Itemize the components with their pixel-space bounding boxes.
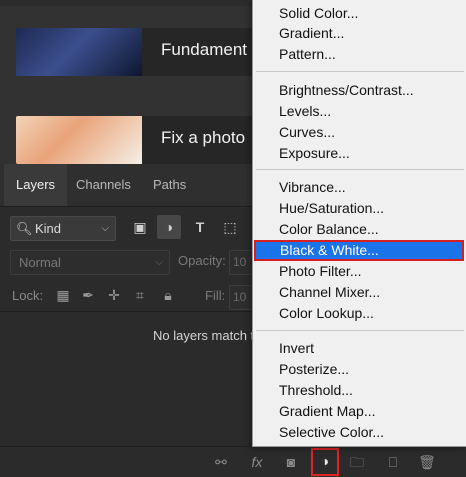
- kind-filter-label: Kind: [35, 221, 62, 236]
- blend-mode-select[interactable]: Normal ⌵: [10, 250, 170, 275]
- kind-filter-select[interactable]: 🔍︎ Kind ⌵: [10, 216, 116, 241]
- empty-layers-message: No layers match t: [153, 328, 255, 343]
- adjustment-filter-icon[interactable]: ◑: [157, 215, 181, 239]
- menu-item-posterize[interactable]: Posterize...: [253, 359, 466, 380]
- chevron-down-icon: ⌵: [101, 223, 109, 234]
- delete-layer-icon[interactable]: 🗑︎: [416, 451, 438, 473]
- tutorial-title: Fix a photo: [161, 128, 246, 147]
- tab-paths[interactable]: Paths: [141, 164, 198, 206]
- lock-all-icon[interactable]: 🔒︎: [159, 286, 177, 304]
- tutorial-card-fundamentals[interactable]: Fundament: [16, 28, 256, 76]
- fx-icon[interactable]: fx: [246, 451, 268, 473]
- menu-item-solid-color[interactable]: Solid Color...: [253, 3, 466, 24]
- menu-item-curves[interactable]: Curves...: [253, 122, 466, 143]
- menu-item-exposure[interactable]: Exposure...: [253, 143, 466, 164]
- lock-position-icon[interactable]: ✛: [105, 286, 123, 304]
- fill-label: Fill:: [205, 288, 226, 303]
- menu-item-levels[interactable]: Levels...: [253, 101, 466, 122]
- link-layers-icon[interactable]: ⚯: [210, 451, 232, 473]
- menu-item-pattern[interactable]: Pattern...: [253, 44, 466, 65]
- lock-transparent-icon[interactable]: ▦: [54, 286, 72, 304]
- adjustment-layer-menu: Solid Color... Gradient... Pattern... Br…: [252, 0, 466, 447]
- add-mask-icon[interactable]: ◙: [280, 451, 302, 473]
- tutorial-thumbnail: [16, 116, 142, 164]
- lock-image-icon[interactable]: ✒: [79, 286, 97, 304]
- tutorial-thumbnail: [16, 28, 142, 76]
- menu-item-gradient[interactable]: Gradient...: [253, 23, 466, 44]
- new-layer-icon[interactable]: ⎕: [382, 451, 404, 473]
- menu-item-gradient-map[interactable]: Gradient Map...: [253, 401, 466, 422]
- new-adjustment-layer-icon[interactable]: ◑: [311, 448, 339, 476]
- tutorial-title: Fundament: [161, 40, 247, 59]
- menu-item-hue-saturation[interactable]: Hue/Saturation...: [253, 198, 466, 219]
- blend-mode-value: Normal: [19, 255, 61, 270]
- new-group-icon[interactable]: 🗀︎: [346, 451, 368, 473]
- menu-item-selective-color[interactable]: Selective Color...: [253, 422, 466, 443]
- panel-top-edge: [0, 0, 255, 6]
- layers-bottom-toolbar: ⚯ fx ◙ ◑ 🗀︎ ⎕ 🗑︎: [0, 446, 466, 477]
- opacity-label: Opacity:: [178, 253, 226, 268]
- search-icon: 🔍︎: [16, 221, 33, 236]
- menu-item-threshold[interactable]: Threshold...: [253, 380, 466, 401]
- menu-item-color-lookup[interactable]: Color Lookup...: [253, 303, 466, 324]
- lock-label: Lock:: [12, 288, 44, 303]
- menu-separator: [256, 71, 464, 72]
- tutorial-card-fix-photo[interactable]: Fix a photo: [16, 116, 256, 164]
- menu-item-photo-filter[interactable]: Photo Filter...: [253, 261, 466, 282]
- tab-channels[interactable]: Channels: [64, 164, 143, 206]
- menu-separator: [256, 330, 464, 331]
- chevron-down-icon: ⌵: [155, 257, 163, 268]
- menu-item-brightness-contrast[interactable]: Brightness/Contrast...: [253, 80, 466, 101]
- menu-item-channel-mixer[interactable]: Channel Mixer...: [253, 282, 466, 303]
- menu-separator: [256, 169, 464, 170]
- menu-item-color-balance[interactable]: Color Balance...: [253, 219, 466, 240]
- tab-layers[interactable]: Layers: [4, 164, 68, 206]
- menu-item-invert[interactable]: Invert: [253, 338, 466, 359]
- image-filter-icon[interactable]: ▣: [128, 215, 152, 239]
- lock-artboard-icon[interactable]: ⌗: [131, 286, 149, 304]
- menu-item-vibrance[interactable]: Vibrance...: [253, 177, 466, 198]
- shape-filter-icon[interactable]: ⬚: [218, 215, 242, 239]
- menu-item-black-white[interactable]: Black & White...: [254, 240, 464, 261]
- type-filter-icon[interactable]: T: [188, 215, 212, 239]
